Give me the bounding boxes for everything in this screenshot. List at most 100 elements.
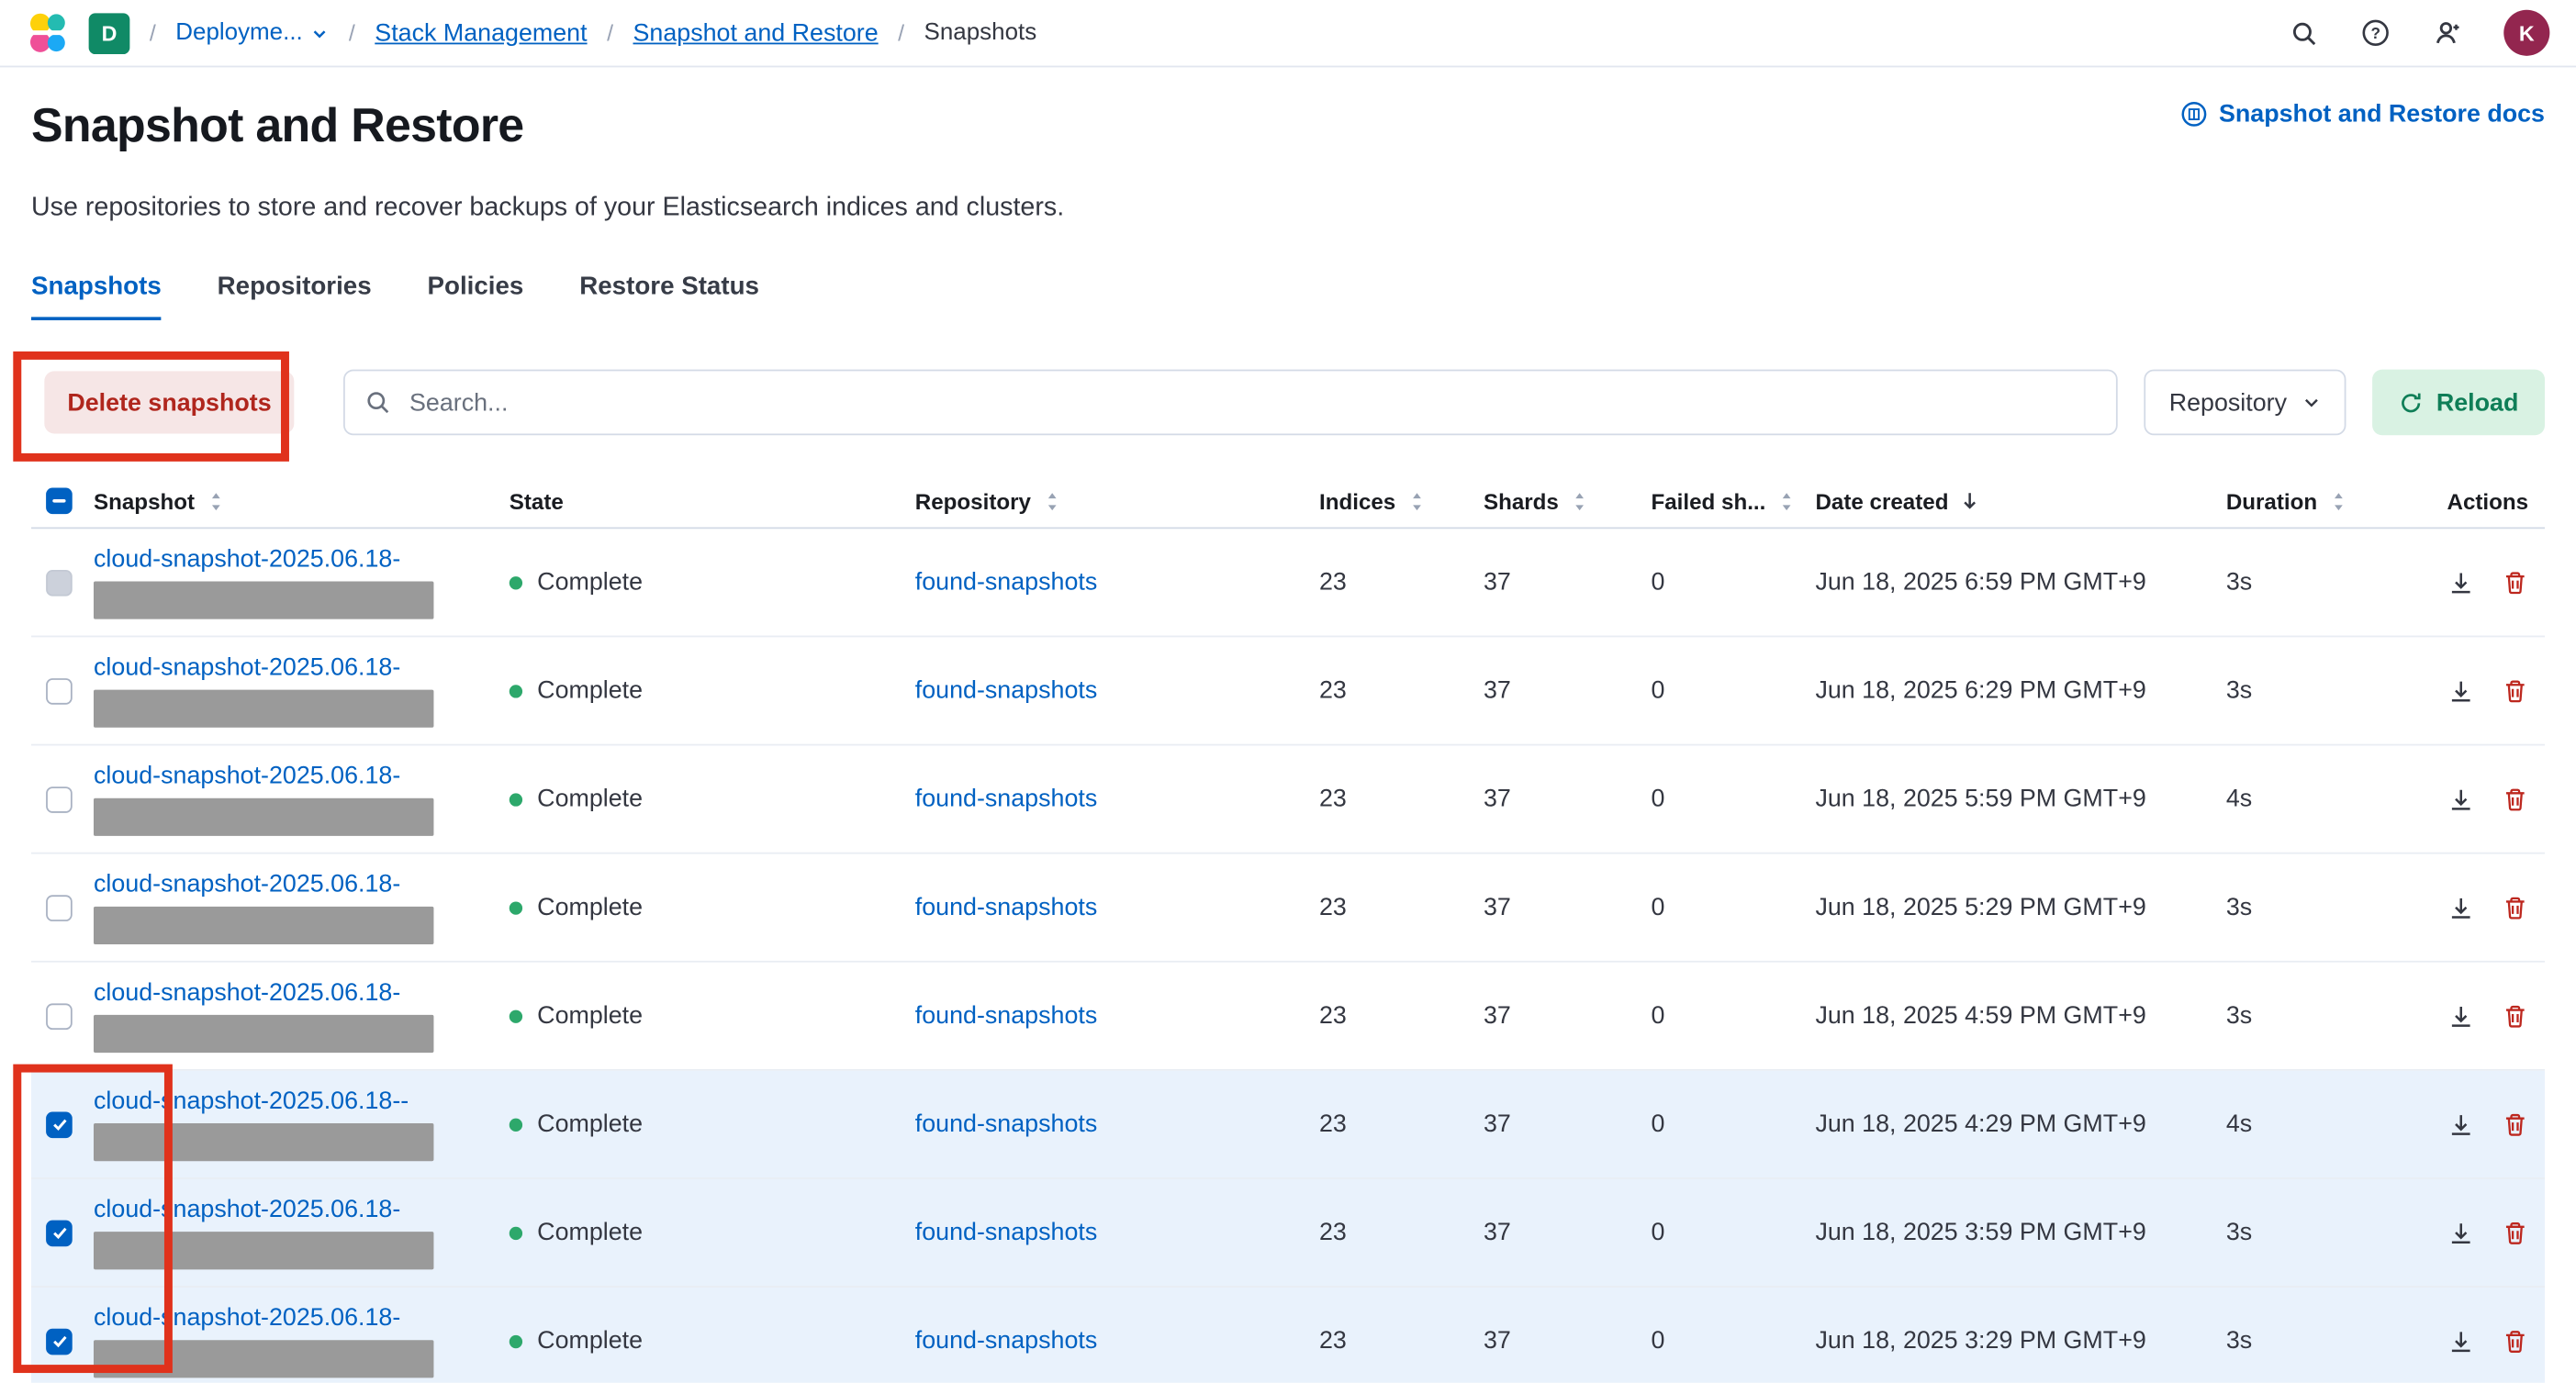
- select-all-checkbox[interactable]: [46, 487, 73, 514]
- column-header-repository[interactable]: Repository: [915, 488, 1319, 513]
- failed-shards-value: 0: [1651, 1219, 1815, 1246]
- delete-button[interactable]: [2502, 1220, 2528, 1246]
- tab-policies[interactable]: Policies: [428, 273, 524, 320]
- download-button[interactable]: [2447, 786, 2474, 812]
- breadcrumb-snapshot-and-restore[interactable]: Snapshot and Restore: [633, 19, 879, 47]
- snapshot-link[interactable]: cloud-snapshot-2025.06.18-: [94, 762, 510, 789]
- delete-button[interactable]: [2502, 1328, 2528, 1355]
- user-avatar[interactable]: K: [2503, 10, 2549, 56]
- redacted-snapshot-suffix: [94, 1015, 433, 1053]
- repository-link[interactable]: found-snapshots: [915, 1002, 1097, 1030]
- delete-button[interactable]: [2502, 1111, 2528, 1138]
- status-dot: [510, 1009, 522, 1022]
- date-created-value: Jun 18, 2025 6:29 PM GMT+9: [1815, 676, 2225, 704]
- download-button[interactable]: [2447, 894, 2474, 920]
- indices-value: 23: [1319, 568, 1484, 596]
- table-row: cloud-snapshot-2025.06.18- Complete foun…: [31, 963, 2545, 1071]
- tab-restore-status[interactable]: Restore Status: [579, 273, 759, 320]
- state-label: Complete: [537, 1110, 643, 1138]
- row-checkbox[interactable]: [46, 1220, 73, 1246]
- trash-icon: [2502, 1111, 2528, 1138]
- row-checkbox[interactable]: [46, 1111, 73, 1138]
- snapshot-link[interactable]: cloud-snapshot-2025.06.18-: [94, 870, 510, 898]
- download-button[interactable]: [2447, 1328, 2474, 1355]
- repository-link[interactable]: found-snapshots: [915, 785, 1097, 812]
- delete-button[interactable]: [2502, 786, 2528, 812]
- delete-button[interactable]: [2502, 569, 2528, 596]
- tab-repositories[interactable]: Repositories: [218, 273, 372, 320]
- snapshot-link[interactable]: cloud-snapshot-2025.06.18--: [94, 1087, 510, 1115]
- trash-icon: [2502, 677, 2528, 704]
- column-header-shards[interactable]: Shards: [1484, 488, 1652, 513]
- column-header-date-created[interactable]: Date created: [1815, 488, 2225, 513]
- failed-shards-value: 0: [1651, 676, 1815, 704]
- table-row: cloud-snapshot-2025.06.18- Complete foun…: [31, 529, 2545, 637]
- row-checkbox[interactable]: [46, 569, 73, 596]
- row-checkbox[interactable]: [46, 1003, 73, 1030]
- state-label: Complete: [537, 1002, 643, 1030]
- reload-button[interactable]: Reload: [2372, 370, 2545, 436]
- snapshot-link[interactable]: cloud-snapshot-2025.06.18-: [94, 653, 510, 681]
- indices-value: 23: [1319, 1110, 1484, 1138]
- search-icon[interactable]: [2287, 17, 2320, 50]
- repository-link[interactable]: found-snapshots: [915, 568, 1097, 596]
- snapshots-table: Snapshot State Repository Indices Shards: [31, 474, 2545, 1383]
- column-header-duration[interactable]: Duration: [2226, 488, 2399, 513]
- repository-link[interactable]: found-snapshots: [915, 676, 1097, 704]
- row-checkbox[interactable]: [46, 677, 73, 704]
- download-button[interactable]: [2447, 1111, 2474, 1138]
- download-button[interactable]: [2447, 569, 2474, 596]
- snapshot-link[interactable]: cloud-snapshot-2025.06.18-: [94, 545, 510, 573]
- docs-link[interactable]: Snapshot and Restore docs: [2179, 100, 2545, 128]
- delete-button[interactable]: [2502, 1003, 2528, 1030]
- shards-value: 37: [1484, 1219, 1652, 1246]
- repository-link[interactable]: found-snapshots: [915, 1110, 1097, 1138]
- user-invite-icon[interactable]: [2432, 17, 2465, 50]
- tab-snapshots[interactable]: Snapshots: [31, 273, 162, 320]
- breadcrumb-deployment[interactable]: Deployme...: [175, 19, 329, 46]
- redacted-snapshot-suffix: [94, 1232, 433, 1269]
- elastic-logo-icon[interactable]: [27, 12, 70, 55]
- row-checkbox[interactable]: [46, 894, 73, 920]
- date-created-value: Jun 18, 2025 3:29 PM GMT+9: [1815, 1327, 2225, 1355]
- download-icon: [2447, 894, 2474, 920]
- column-header-failed-shards[interactable]: Failed sh...: [1651, 488, 1815, 513]
- sort-icon: [1569, 490, 1590, 511]
- date-created-value: Jun 18, 2025 4:59 PM GMT+9: [1815, 1002, 2225, 1030]
- snapshot-link[interactable]: cloud-snapshot-2025.06.18-: [94, 1304, 510, 1332]
- failed-shards-value: 0: [1651, 1002, 1815, 1030]
- shards-value: 37: [1484, 676, 1652, 704]
- date-created-value: Jun 18, 2025 5:59 PM GMT+9: [1815, 785, 2225, 812]
- row-checkbox[interactable]: [46, 1328, 73, 1355]
- repository-filter-button[interactable]: Repository: [2145, 370, 2346, 436]
- row-checkbox[interactable]: [46, 786, 73, 812]
- repository-link[interactable]: found-snapshots: [915, 1219, 1097, 1246]
- delete-button[interactable]: [2502, 677, 2528, 704]
- date-created-value: Jun 18, 2025 6:59 PM GMT+9: [1815, 568, 2225, 596]
- download-button[interactable]: [2447, 1003, 2474, 1030]
- breadcrumb-stack-management[interactable]: Stack Management: [375, 19, 587, 47]
- snapshot-link[interactable]: cloud-snapshot-2025.06.18-: [94, 979, 510, 1007]
- status-dot: [510, 1118, 522, 1131]
- repository-link[interactable]: found-snapshots: [915, 894, 1097, 921]
- shards-value: 37: [1484, 1327, 1652, 1355]
- table-row: cloud-snapshot-2025.06.18- Complete foun…: [31, 1288, 2545, 1383]
- app-window: D / Deployme... / Stack Management / Sna…: [0, 0, 2576, 1383]
- repository-link[interactable]: found-snapshots: [915, 1327, 1097, 1355]
- delete-snapshots-button[interactable]: Delete snapshots: [44, 371, 294, 433]
- help-icon[interactable]: ?: [2359, 17, 2392, 50]
- deployment-badge[interactable]: D: [89, 12, 130, 53]
- redacted-snapshot-suffix: [94, 690, 433, 728]
- sort-icon: [1406, 490, 1427, 511]
- trash-icon: [2502, 894, 2528, 920]
- download-button[interactable]: [2447, 677, 2474, 704]
- download-icon: [2447, 569, 2474, 596]
- column-header-indices[interactable]: Indices: [1319, 488, 1484, 513]
- search-input[interactable]: [406, 386, 2097, 418]
- column-header-snapshot[interactable]: Snapshot: [94, 488, 510, 513]
- snapshot-link[interactable]: cloud-snapshot-2025.06.18-: [94, 1196, 510, 1223]
- download-button[interactable]: [2447, 1220, 2474, 1246]
- search-box[interactable]: [343, 370, 2118, 436]
- delete-button[interactable]: [2502, 894, 2528, 920]
- shards-value: 37: [1484, 894, 1652, 921]
